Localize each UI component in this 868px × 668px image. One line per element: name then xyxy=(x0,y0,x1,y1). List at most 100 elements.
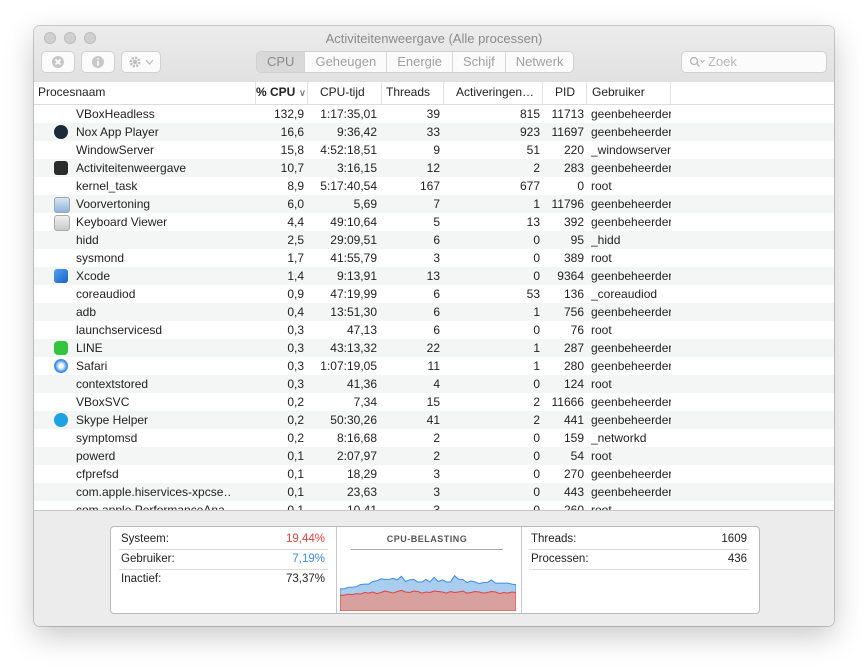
user-value: 7,19% xyxy=(292,553,325,565)
table-row[interactable]: Voorvertoning 6,0 5,69 7 1 11796 geenbeheerder xyxy=(34,195,834,213)
user-cell: geenbeheerder xyxy=(591,197,671,211)
wakeups-cell: 0 xyxy=(533,323,540,337)
sort-descending-icon: ∨ xyxy=(298,88,307,99)
threads-cell: 22 xyxy=(426,341,440,355)
process-name-cell: hidd xyxy=(76,233,99,247)
process-name-cell: LINE xyxy=(76,341,103,355)
table-row[interactable]: adb 0,4 13:51,30 6 1 756 geenbeheerder xyxy=(34,303,834,321)
process-name-cell: WindowServer xyxy=(76,143,155,157)
table-row[interactable]: cfprefsd 0,1 18,29 3 0 270 geenbeheerder xyxy=(34,465,834,483)
idle-value: 73,37% xyxy=(285,573,325,585)
table-row[interactable]: VBoxHeadless 132,9 1:17:35,01 39 815 11713 gee… xyxy=(34,105,834,123)
table-row[interactable]: Xcode 1,4 9:13,91 13 0 9364 geenbeheerder xyxy=(34,267,834,285)
system-load-area xyxy=(340,589,516,611)
process-name-cell: Keyboard Viewer xyxy=(76,215,168,229)
wakeups-cell: 0 xyxy=(533,431,540,445)
cpu-cell: 16,6 xyxy=(280,125,304,139)
process-name-cell: cfprefsd xyxy=(76,467,119,481)
tab-memory[interactable]: Geheugen xyxy=(304,52,386,72)
pid-cell: 220 xyxy=(563,143,584,157)
cpu-cell: 0,3 xyxy=(287,323,304,337)
table-row[interactable]: Skype Helper 0,2 50:30,26 41 2 441 geenbeheerd… xyxy=(34,411,834,429)
cpu-summary-panel: Systeem: 19,44% Gebruiker: 7,19% Inactie… xyxy=(110,526,760,614)
cpu-cell: 0,3 xyxy=(287,377,304,391)
process-name-cell: Safari xyxy=(76,359,108,373)
column-header-user[interactable]: Gebruiker xyxy=(587,82,671,104)
table-row[interactable]: VBoxSVC 0,2 7,34 15 2 11666 geenbeheerder xyxy=(34,393,834,411)
window-title: Activiteitenweergave (Alle processen) xyxy=(325,31,543,46)
cpu-time-cell: 47:19,99 xyxy=(330,287,377,301)
search-placeholder: Zoek xyxy=(708,54,737,69)
cpu-time-cell: 7,34 xyxy=(353,395,377,409)
column-header-cpu[interactable]: % CPU ∨ xyxy=(256,82,308,104)
table-row[interactable]: launchservicesd 0,3 47,13 6 0 76 root xyxy=(34,321,834,339)
pid-cell: 392 xyxy=(563,215,584,229)
table-row[interactable]: sysmond 1,7 41:55,79 3 0 389 root xyxy=(34,249,834,267)
table-row[interactable]: hidd 2,5 29:09,51 6 0 95 _hidd xyxy=(34,231,834,249)
cpu-time-cell: 1:07:19,05 xyxy=(320,359,377,373)
process-name-cell: launchservicesd xyxy=(76,323,163,337)
table-row[interactable]: Activiteitenweergave 10,7 3:16,15 12 2 283 gee… xyxy=(34,159,834,177)
cpu-time-cell: 47,13 xyxy=(346,323,377,337)
wakeups-cell: 2 xyxy=(533,161,540,175)
panel-divider xyxy=(521,527,522,613)
table-row[interactable]: contextstored 0,3 41,36 4 0 124 root xyxy=(34,375,834,393)
table-row[interactable]: Nox App Player 16,6 9:36,42 33 923 11697 geenb… xyxy=(34,123,834,141)
inspect-process-button[interactable] xyxy=(81,51,115,73)
wakeups-cell: 0 xyxy=(533,251,540,265)
pid-cell: 756 xyxy=(563,305,584,319)
process-name-cell: Activiteitenweergave xyxy=(76,161,187,175)
cpu-cell: 1,4 xyxy=(287,269,304,283)
action-menu-button[interactable] xyxy=(121,51,161,73)
cpu-cell: 0,2 xyxy=(287,431,304,445)
wakeups-cell: 0 xyxy=(533,503,540,510)
table-row[interactable]: com.apple.hiservices-xpcse… 0,1 23,63 3 0 443… xyxy=(34,483,834,501)
threads-cell: 167 xyxy=(419,179,440,193)
table-row[interactable]: Safari 0,3 1:07:19,05 11 1 280 geenbeheerder xyxy=(34,357,834,375)
column-header-threads[interactable]: Threads xyxy=(382,82,444,104)
user-cell: geenbeheerder xyxy=(591,107,671,121)
threads-label: Threads: xyxy=(531,533,577,545)
table-row[interactable]: Keyboard Viewer 4,4 49:10,64 5 13 392 geenbehe… xyxy=(34,213,834,231)
cpu-cell: 6,0 xyxy=(287,197,304,211)
user-cell: root xyxy=(591,179,612,193)
column-header-pid[interactable]: PID xyxy=(543,82,587,104)
process-name-cell: powerd xyxy=(76,449,116,463)
wakeups-cell: 0 xyxy=(533,269,540,283)
column-header-process-name[interactable]: Procesnaam xyxy=(34,82,256,104)
table-row[interactable]: WindowServer 15,8 4:52:18,51 9 51 220 _windows… xyxy=(34,141,834,159)
column-header-cpu-time[interactable]: CPU-tijd xyxy=(308,82,382,104)
process-table: VBoxHeadless 132,9 1:17:35,01 39 815 11713 gee… xyxy=(34,105,834,510)
tab-disk[interactable]: Schijf xyxy=(452,52,505,72)
search-field[interactable]: Zoek xyxy=(681,51,827,73)
wakeups-cell: 1 xyxy=(533,305,540,319)
table-row[interactable]: powerd 0,1 2:07,97 2 0 54 root xyxy=(34,447,834,465)
user-cell: _hidd xyxy=(591,233,621,247)
tab-network[interactable]: Netwerk xyxy=(504,52,574,72)
line-icon xyxy=(54,341,68,355)
user-cell: geenbeheerder xyxy=(591,305,671,319)
threads-cell: 3 xyxy=(433,485,440,499)
cpu-time-cell: 2:07,97 xyxy=(336,449,377,463)
user-cell: root xyxy=(591,323,612,337)
user-cell: geenbeheerder xyxy=(591,269,671,283)
wakeups-cell: 0 xyxy=(533,485,540,499)
table-header: Procesnaam % CPU ∨ CPU-tijd Threads Acti… xyxy=(34,82,834,105)
cpu-time-cell: 5,69 xyxy=(353,197,377,211)
activity-monitor-icon xyxy=(54,161,68,175)
stop-process-button[interactable] xyxy=(41,51,75,73)
tab-cpu[interactable]: CPU xyxy=(257,52,305,72)
xcode-icon xyxy=(54,269,68,283)
tab-energy[interactable]: Energie xyxy=(386,52,452,72)
table-row[interactable]: com.apple.PerformanceAna… 0,1 10,41 3 0 260 ro… xyxy=(34,501,834,510)
threads-cell: 12 xyxy=(426,161,440,175)
table-row[interactable]: kernel_task 8,9 5:17:40,54 167 677 0 root xyxy=(34,177,834,195)
cpu-cell: 2,5 xyxy=(287,233,304,247)
processes-label: Processen: xyxy=(531,553,589,565)
process-name-cell: com.apple.PerformanceAna… xyxy=(76,503,232,510)
column-header-wakeups[interactable]: Activeringen… xyxy=(444,82,543,104)
table-row[interactable]: coreaudiod 0,9 47:19,99 6 53 136 _coreaudiod xyxy=(34,285,834,303)
table-row[interactable]: LINE 0,3 43:13,32 22 1 287 geenbeheerder xyxy=(34,339,834,357)
table-row[interactable]: symptomsd 0,2 8:16,68 2 0 159 _networkd xyxy=(34,429,834,447)
process-name-cell: Xcode xyxy=(76,269,111,283)
